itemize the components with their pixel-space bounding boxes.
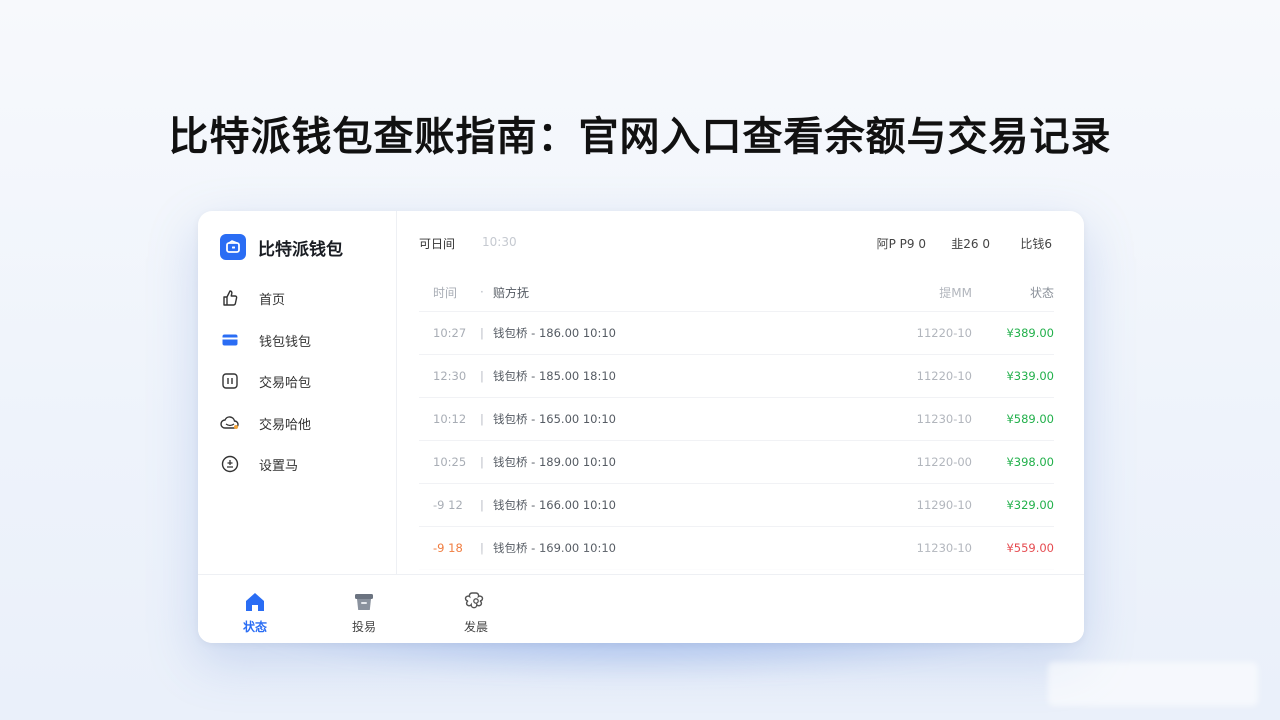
row-divider: | [480,498,484,512]
home-icon [225,589,285,615]
app-name: 比特派钱包 [258,239,343,260]
sidebar-item-label: 钱包钱包 [259,334,312,350]
sidebar-item-records[interactable]: 交易哈他 [220,413,311,433]
wallet-card-icon [220,330,240,350]
row-divider: | [480,412,484,426]
topbar-time: 10:30 [482,235,517,249]
table-fade [397,549,1084,575]
table-row[interactable]: 12:30 | 钱包桥 - 185.00 18:10 11220-10 ¥339.00 [419,355,1054,398]
sidebar-item-settings[interactable]: 设置马 [220,454,298,474]
row-date: 11290-10 [916,498,972,512]
row-amount: ¥589.00 [1006,412,1054,426]
row-divider: | [480,326,484,340]
header-desc: 赔方抚 [493,285,530,300]
wallet-app-window: 比特派钱包 首页 钱包钱包 交易哈包 交易哈他 设置马 可日间 10:30 阿P… [198,211,1084,643]
thumb-icon [220,288,240,308]
row-description: 钱包桥 - 166.00 10:10 [493,498,616,512]
tab-trade[interactable]: 投易 [334,589,394,635]
table-row[interactable]: 10:27 | 钱包桥 - 186.00 10:10 11220-10 ¥389.00 [419,312,1054,355]
tab-label: 状态 [242,620,267,634]
sidebar-item-label: 交易哈他 [259,417,312,433]
sidebar-item-label: 设置马 [259,458,299,474]
row-description: 钱包桥 - 165.00 10:10 [493,412,616,426]
sidebar-item-wallet[interactable]: 钱包钱包 [220,330,311,350]
row-time: -9 12 [433,498,463,512]
tab-label: 发晨 [463,620,488,634]
main-panel: 可日间 10:30 阿P P9 0 韭26 0 比钱6 时间 · 赔方抚 提MM… [397,211,1084,575]
transactions-table: 时间 · 赔方抚 提MM 状态 10:27 | 钱包桥 - 186.00 10:10… [419,273,1054,570]
tab-status[interactable]: 状态 [225,589,285,635]
row-description: 钱包桥 - 186.00 10:10 [493,326,616,340]
bottom-tab-bar: 状态 投易 发晨 [198,574,1084,643]
row-divider: | [480,455,484,469]
row-amount: ¥398.00 [1006,455,1054,469]
sidebar-item-label: 交易哈包 [259,375,312,391]
brand[interactable]: 比特派钱包 [220,234,343,260]
box-icon [334,589,394,615]
topbar-label: 可日间 [419,237,456,251]
row-description: 钱包桥 - 189.00 10:10 [493,455,616,469]
page-headline: 比特派钱包查账指南：官网入口查看余额与交易记录 [168,114,1112,160]
row-date: 11230-10 [916,412,972,426]
header-status: 状态 [1029,285,1054,300]
row-divider: | [480,369,484,383]
header-time: 时间 [433,285,458,300]
row-time: 10:25 [433,455,467,469]
wallet-logo-icon [220,234,246,260]
gear-flower-icon [446,589,506,615]
table-row[interactable]: -9 12 | 钱包桥 - 166.00 10:10 11290-10 ¥329.00 [419,484,1054,527]
tab-discover[interactable]: 发晨 [446,589,506,635]
table-header: 时间 · 赔方抚 提MM 状态 [419,273,1054,312]
row-date: 11220-10 [916,326,972,340]
sidebar: 比特派钱包 首页 钱包钱包 交易哈包 交易哈他 设置马 [198,211,397,575]
tab-label: 投易 [351,620,376,634]
cloud-icon [220,413,240,433]
row-amount: ¥339.00 [1006,369,1054,383]
watermark-blur [1048,662,1258,706]
table-row[interactable]: 10:12 | 钱包桥 - 165.00 10:10 11230-10 ¥589.00 [419,398,1054,441]
header-divider: · [480,285,484,299]
topbar-stat[interactable]: 韭26 0 [951,235,990,252]
row-amount: ¥329.00 [1006,498,1054,512]
row-date: 11220-00 [916,455,972,469]
row-amount: ¥389.00 [1006,326,1054,340]
header-date: 提MM [939,285,972,300]
row-time: 12:30 [433,369,467,383]
row-description: 钱包桥 - 185.00 18:10 [493,369,616,383]
sidebar-item-home[interactable]: 首页 [220,288,285,308]
topbar-stat[interactable]: 比钱6 [1020,235,1052,252]
topbar: 可日间 10:30 阿P P9 0 韭26 0 比钱6 [419,235,1054,255]
sidebar-item-transactions[interactable]: 交易哈包 [220,371,311,391]
row-time: 10:12 [433,412,467,426]
sidebar-item-label: 首页 [259,292,286,308]
row-time: 10:27 [433,326,467,340]
table-row[interactable]: 10:25 | 钱包桥 - 189.00 10:10 11220-00 ¥398.00 [419,441,1054,484]
transaction-icon [220,371,240,391]
settings-icon [220,454,240,474]
topbar-stat[interactable]: 阿P P9 0 [877,235,926,252]
row-date: 11220-10 [916,369,972,383]
